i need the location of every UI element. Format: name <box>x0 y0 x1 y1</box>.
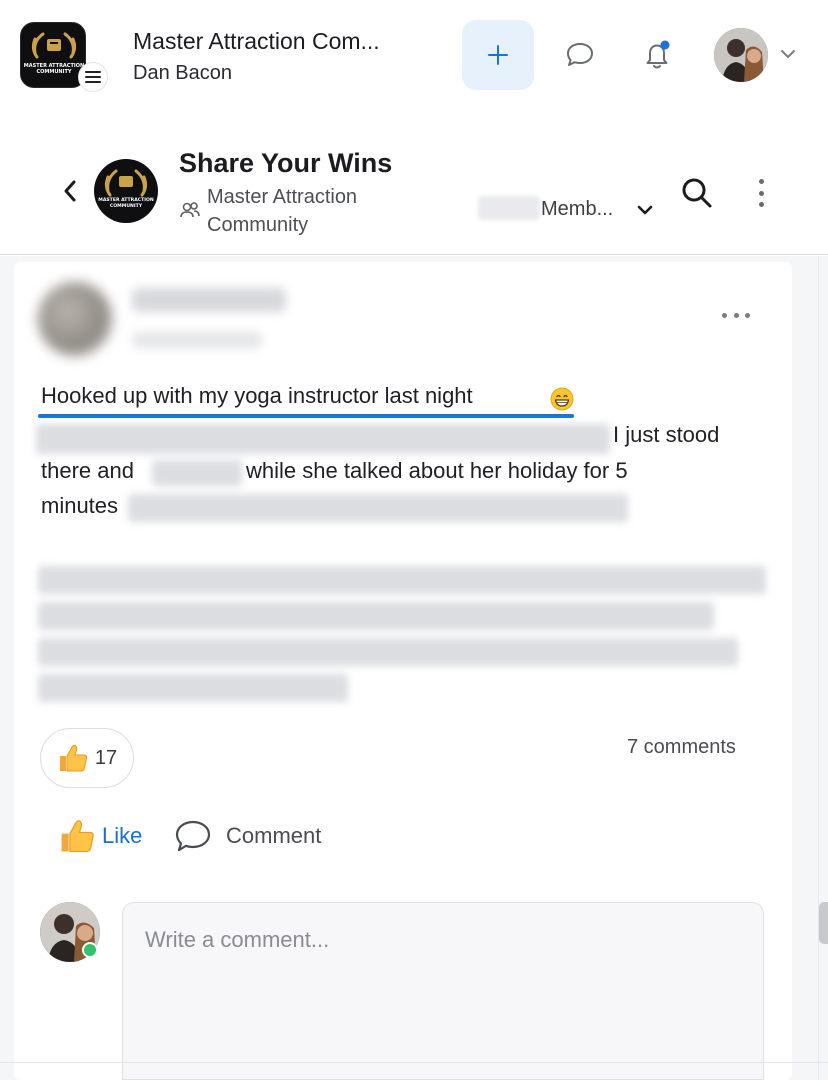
members-label[interactable]: Memb... <box>541 198 613 221</box>
reactions-summary[interactable]: 17 <box>40 728 134 788</box>
group-header: MASTER ATTRACTION COMMUNITY Share Your W… <box>0 112 828 255</box>
group-logo-line-2: COMMUNITY <box>110 203 143 209</box>
scrollbar-thumb[interactable] <box>819 902 828 944</box>
user-avatar[interactable] <box>714 28 768 82</box>
thumbs-up-icon <box>59 744 87 772</box>
members-count-redacted <box>478 196 540 220</box>
post-body-line1-tail: I just stood <box>613 422 720 447</box>
group-title: Share Your Wins <box>179 148 393 178</box>
online-status-dot <box>82 942 98 958</box>
comment-label: Comment <box>226 823 322 848</box>
post-time-redacted <box>132 332 262 348</box>
thumbs-up-icon <box>61 820 94 853</box>
group-community-link[interactable]: Master Attraction Community <box>207 183 407 239</box>
redacted-text-line1 <box>36 424 610 454</box>
people-icon <box>179 200 201 225</box>
menu-icon[interactable] <box>78 62 108 92</box>
bottom-divider <box>0 1062 828 1063</box>
post-body-line2-a: there and <box>41 458 134 483</box>
reaction-count: 17 <box>94 746 118 769</box>
post-options-button[interactable] <box>722 306 750 324</box>
comment-icon <box>175 820 211 852</box>
top-app-bar: MASTER ATTRACTION COMMUNITY Master Attra… <box>0 0 828 112</box>
grinning-face-emoji <box>550 387 574 416</box>
create-button[interactable] <box>462 20 534 90</box>
community-switcher[interactable]: MASTER ATTRACTION COMMUNITY <box>20 22 108 92</box>
post-body-line2-b: while she talked about her holiday for 5 <box>246 458 628 483</box>
account-menu-toggle[interactable] <box>778 44 798 69</box>
logo-line-2: COMMUNITY <box>36 69 71 75</box>
bell-icon <box>646 40 670 69</box>
author-name-redacted[interactable] <box>132 288 286 312</box>
members-dropdown-toggle[interactable] <box>636 203 654 222</box>
redacted-text-line3 <box>128 494 628 522</box>
back-button[interactable] <box>58 176 82 206</box>
redacted-paragraph-line4 <box>38 674 348 702</box>
search-icon <box>682 178 712 208</box>
group-logo: MASTER ATTRACTION COMMUNITY <box>94 159 158 223</box>
redacted-paragraph-line2 <box>38 602 714 630</box>
user-name: Dan Bacon <box>133 62 232 84</box>
redacted-text-line2 <box>152 460 242 486</box>
comment-button[interactable]: Comment <box>174 816 321 856</box>
notifications-button[interactable] <box>637 35 677 75</box>
comment-input[interactable] <box>145 927 741 953</box>
chevron-down-icon <box>637 205 653 215</box>
like-label: Like <box>102 823 143 848</box>
post-title: Hooked up with my yoga instructor last n… <box>41 383 473 408</box>
redacted-paragraph-line3 <box>38 638 738 666</box>
scrollbar-track <box>818 256 819 1080</box>
community-logo: MASTER ATTRACTION COMMUNITY <box>20 22 86 88</box>
group-search-button[interactable] <box>680 176 714 210</box>
back-icon <box>64 180 76 202</box>
group-logo-line-1: MASTER ATTRACTION <box>98 197 154 203</box>
title-highlight-underline <box>38 414 574 418</box>
like-button[interactable]: Like <box>58 816 142 856</box>
chevron-down-icon <box>781 50 795 58</box>
more-vertical-icon[interactable] <box>752 176 770 210</box>
comments-count[interactable]: 7 comments <box>627 736 736 759</box>
community-title: Master Attraction Com... <box>133 28 380 54</box>
chat-icon <box>567 43 593 66</box>
redacted-paragraph-line1 <box>38 566 766 594</box>
post-body-line3: minutes <box>41 493 119 518</box>
comment-composer[interactable] <box>122 902 764 1080</box>
author-avatar-redacted[interactable] <box>38 282 112 356</box>
plus-icon <box>488 45 508 65</box>
messages-button[interactable] <box>560 35 600 75</box>
